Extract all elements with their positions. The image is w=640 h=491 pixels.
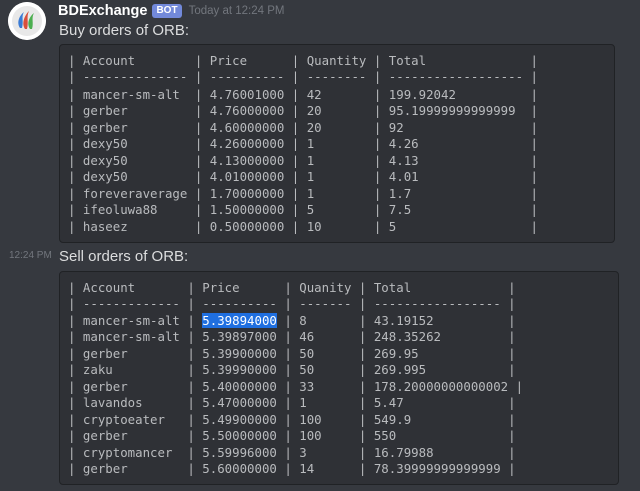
message-header: BDExchange BOT Today at 12:24 PM bbox=[58, 1, 284, 21]
sell-table-row: | cryptomancer | 5.59996000 | 3 | 16.799… bbox=[68, 445, 516, 460]
side-timestamp: 12:24 PM bbox=[9, 250, 52, 261]
buy-table-row: | dexy50 | 4.13000000 | 1 | 4.13 | bbox=[68, 153, 538, 168]
sell-row-suffix: | 8 | 43.19152 | bbox=[276, 313, 516, 328]
sell-table-row: | cryptoeater | 5.49900000 | 100 | 549.9… bbox=[68, 412, 516, 427]
buy-table-row: | dexy50 | 4.01000000 | 1 | 4.01 | bbox=[68, 169, 538, 184]
buy-orders-codeblock: | Account | Price | Quantity | Total | |… bbox=[59, 44, 615, 243]
sell-table-row: | gerber | 5.39900000 | 50 | 269.95 | bbox=[68, 346, 516, 361]
sell-row-prefix: | mancer-sm-alt | bbox=[68, 313, 203, 328]
avatar[interactable] bbox=[8, 2, 46, 40]
sell-table-row: | gerber | 5.40000000 | 33 | 178.2000000… bbox=[68, 379, 524, 394]
sell-table-row: | mancer-sm-alt | 5.39897000 | 46 | 248.… bbox=[68, 329, 516, 344]
sell-table-row: | gerber | 5.50000000 | 100 | 550 | bbox=[68, 428, 516, 443]
buy-table-row: | mancer-sm-alt | 4.76001000 | 42 | 199.… bbox=[68, 87, 538, 102]
sell-orders-codeblock: | Account | Price | Quanity | Total | | … bbox=[59, 271, 619, 485]
steem-logo-icon bbox=[8, 2, 46, 40]
message-timestamp[interactable]: Today at 12:24 PM bbox=[189, 5, 285, 17]
sell-table-row: | zaku | 5.39990000 | 50 | 269.995 | bbox=[68, 362, 516, 377]
buy-table-row: | foreveraverage | 1.70000000 | 1 | 1.7 … bbox=[68, 186, 538, 201]
buy-table-row: | ifeoluwa88 | 1.50000000 | 5 | 7.5 | bbox=[68, 202, 538, 217]
buy-orders-title: Buy orders of ORB: bbox=[59, 22, 190, 39]
buy-table-separator: | -------------- | ---------- | --------… bbox=[68, 69, 538, 84]
sell-table-row: | lavandos | 5.47000000 | 1 | 5.47 | bbox=[68, 395, 516, 410]
buy-table-row: | dexy50 | 4.26000000 | 1 | 4.26 | bbox=[68, 136, 538, 151]
sell-orders-title: Sell orders of ORB: bbox=[59, 248, 189, 265]
buy-table-row: | haseez | 0.50000000 | 10 | 5 | bbox=[68, 219, 538, 234]
sell-table-header: | Account | Price | Quanity | Total | bbox=[68, 280, 516, 295]
sell-table-separator: | ------------- | ---------- | ------- |… bbox=[68, 296, 516, 311]
selected-price-text[interactable]: 5.39894000 bbox=[202, 313, 277, 328]
buy-table-row: | gerber | 4.76000000 | 20 | 95.19999999… bbox=[68, 103, 538, 118]
sell-table-row: | mancer-sm-alt | 5.39894000 | 8 | 43.19… bbox=[68, 313, 516, 329]
bot-badge: BOT bbox=[152, 4, 182, 18]
author-name[interactable]: BDExchange bbox=[58, 3, 147, 19]
buy-table-row: | gerber | 4.60000000 | 20 | 92 | bbox=[68, 120, 538, 135]
sell-table-row: | gerber | 5.60000000 | 14 | 78.39999999… bbox=[68, 461, 516, 476]
buy-table-header: | Account | Price | Quantity | Total | bbox=[68, 53, 538, 68]
